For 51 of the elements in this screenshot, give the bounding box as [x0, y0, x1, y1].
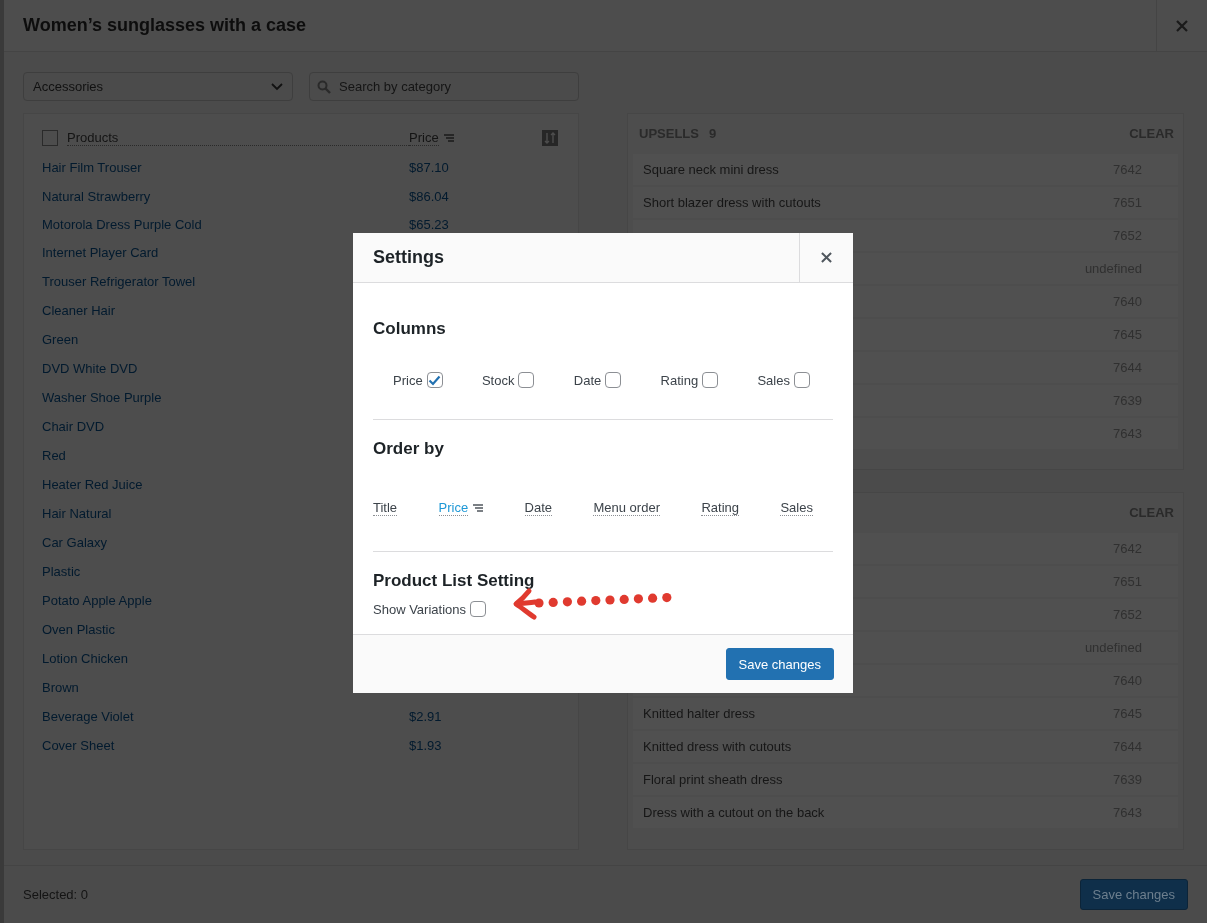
sort-option[interactable]: Title — [373, 500, 398, 516]
checkbox[interactable] — [518, 372, 535, 388]
section-heading: Columns — [373, 319, 447, 339]
checkbox-label: Sales — [757, 372, 790, 388]
sort-option[interactable]: Price — [438, 500, 469, 516]
product-price: $86.04 — [409, 189, 449, 204]
category-dropdown[interactable]: Accessories — [23, 72, 293, 101]
sort-option[interactable]: Menu order — [593, 500, 660, 516]
item-name: Knitted dress with cutouts — [643, 739, 792, 754]
sort-icon — [443, 134, 454, 142]
item-name: Knitted halter dress — [643, 706, 755, 721]
search-icon — [317, 80, 331, 94]
product-link[interactable]: Natural Strawberry — [42, 189, 409, 204]
close-icon — [1176, 19, 1188, 32]
product-link[interactable]: Cover Sheet — [42, 738, 409, 753]
product-price: $2.91 — [409, 709, 442, 724]
section-heading: Product List Setting — [373, 571, 536, 591]
item-name: Floral print sheath dress — [643, 772, 783, 787]
column-header[interactable]: Price — [409, 130, 439, 146]
product-price: $65.23 — [409, 217, 449, 232]
product-price: $87.10 — [409, 160, 449, 175]
checkbox[interactable] — [470, 601, 486, 617]
checkbox-label: Rating — [660, 372, 699, 388]
chevron-down-icon — [271, 82, 283, 91]
item-name: Short blazer dress with cutouts — [643, 195, 821, 210]
sort-icon — [473, 504, 484, 512]
sort-option[interactable]: Sales — [780, 500, 813, 516]
product-price: $1.93 — [409, 738, 442, 753]
checkbox-label: Stock — [481, 372, 515, 388]
checkbox[interactable] — [793, 372, 810, 388]
checkbox-label: Price — [393, 372, 423, 388]
window-title: Women’s sunglasses with a case — [23, 15, 307, 36]
column-header[interactable]: Products — [67, 130, 409, 146]
sort-arrows-icon[interactable] — [542, 130, 558, 146]
checkbox[interactable] — [605, 372, 622, 388]
sort-option[interactable]: Date — [524, 500, 553, 516]
checkbox[interactable] — [426, 372, 443, 388]
save-button[interactable]: Save changes — [725, 648, 834, 680]
close-icon — [821, 252, 832, 263]
product-link[interactable]: Motorola Dress Purple Cold — [42, 217, 409, 232]
product-link[interactable]: Hair Film Trouser — [42, 160, 409, 175]
section-heading: Order by — [373, 439, 445, 459]
sort-option[interactable]: Rating — [701, 500, 739, 516]
checkbox-label: Date — [573, 372, 602, 388]
select-all-checkbox[interactable] — [42, 130, 58, 146]
checkbox-label: Show Variations — [373, 601, 466, 617]
checkbox[interactable] — [702, 372, 719, 388]
dialog-title: Settings — [373, 247, 444, 268]
save-button[interactable]: Save changes — [1079, 879, 1188, 910]
item-name: Dress with a cutout on the back — [643, 805, 825, 820]
product-link[interactable]: Beverage Violet — [42, 709, 409, 724]
